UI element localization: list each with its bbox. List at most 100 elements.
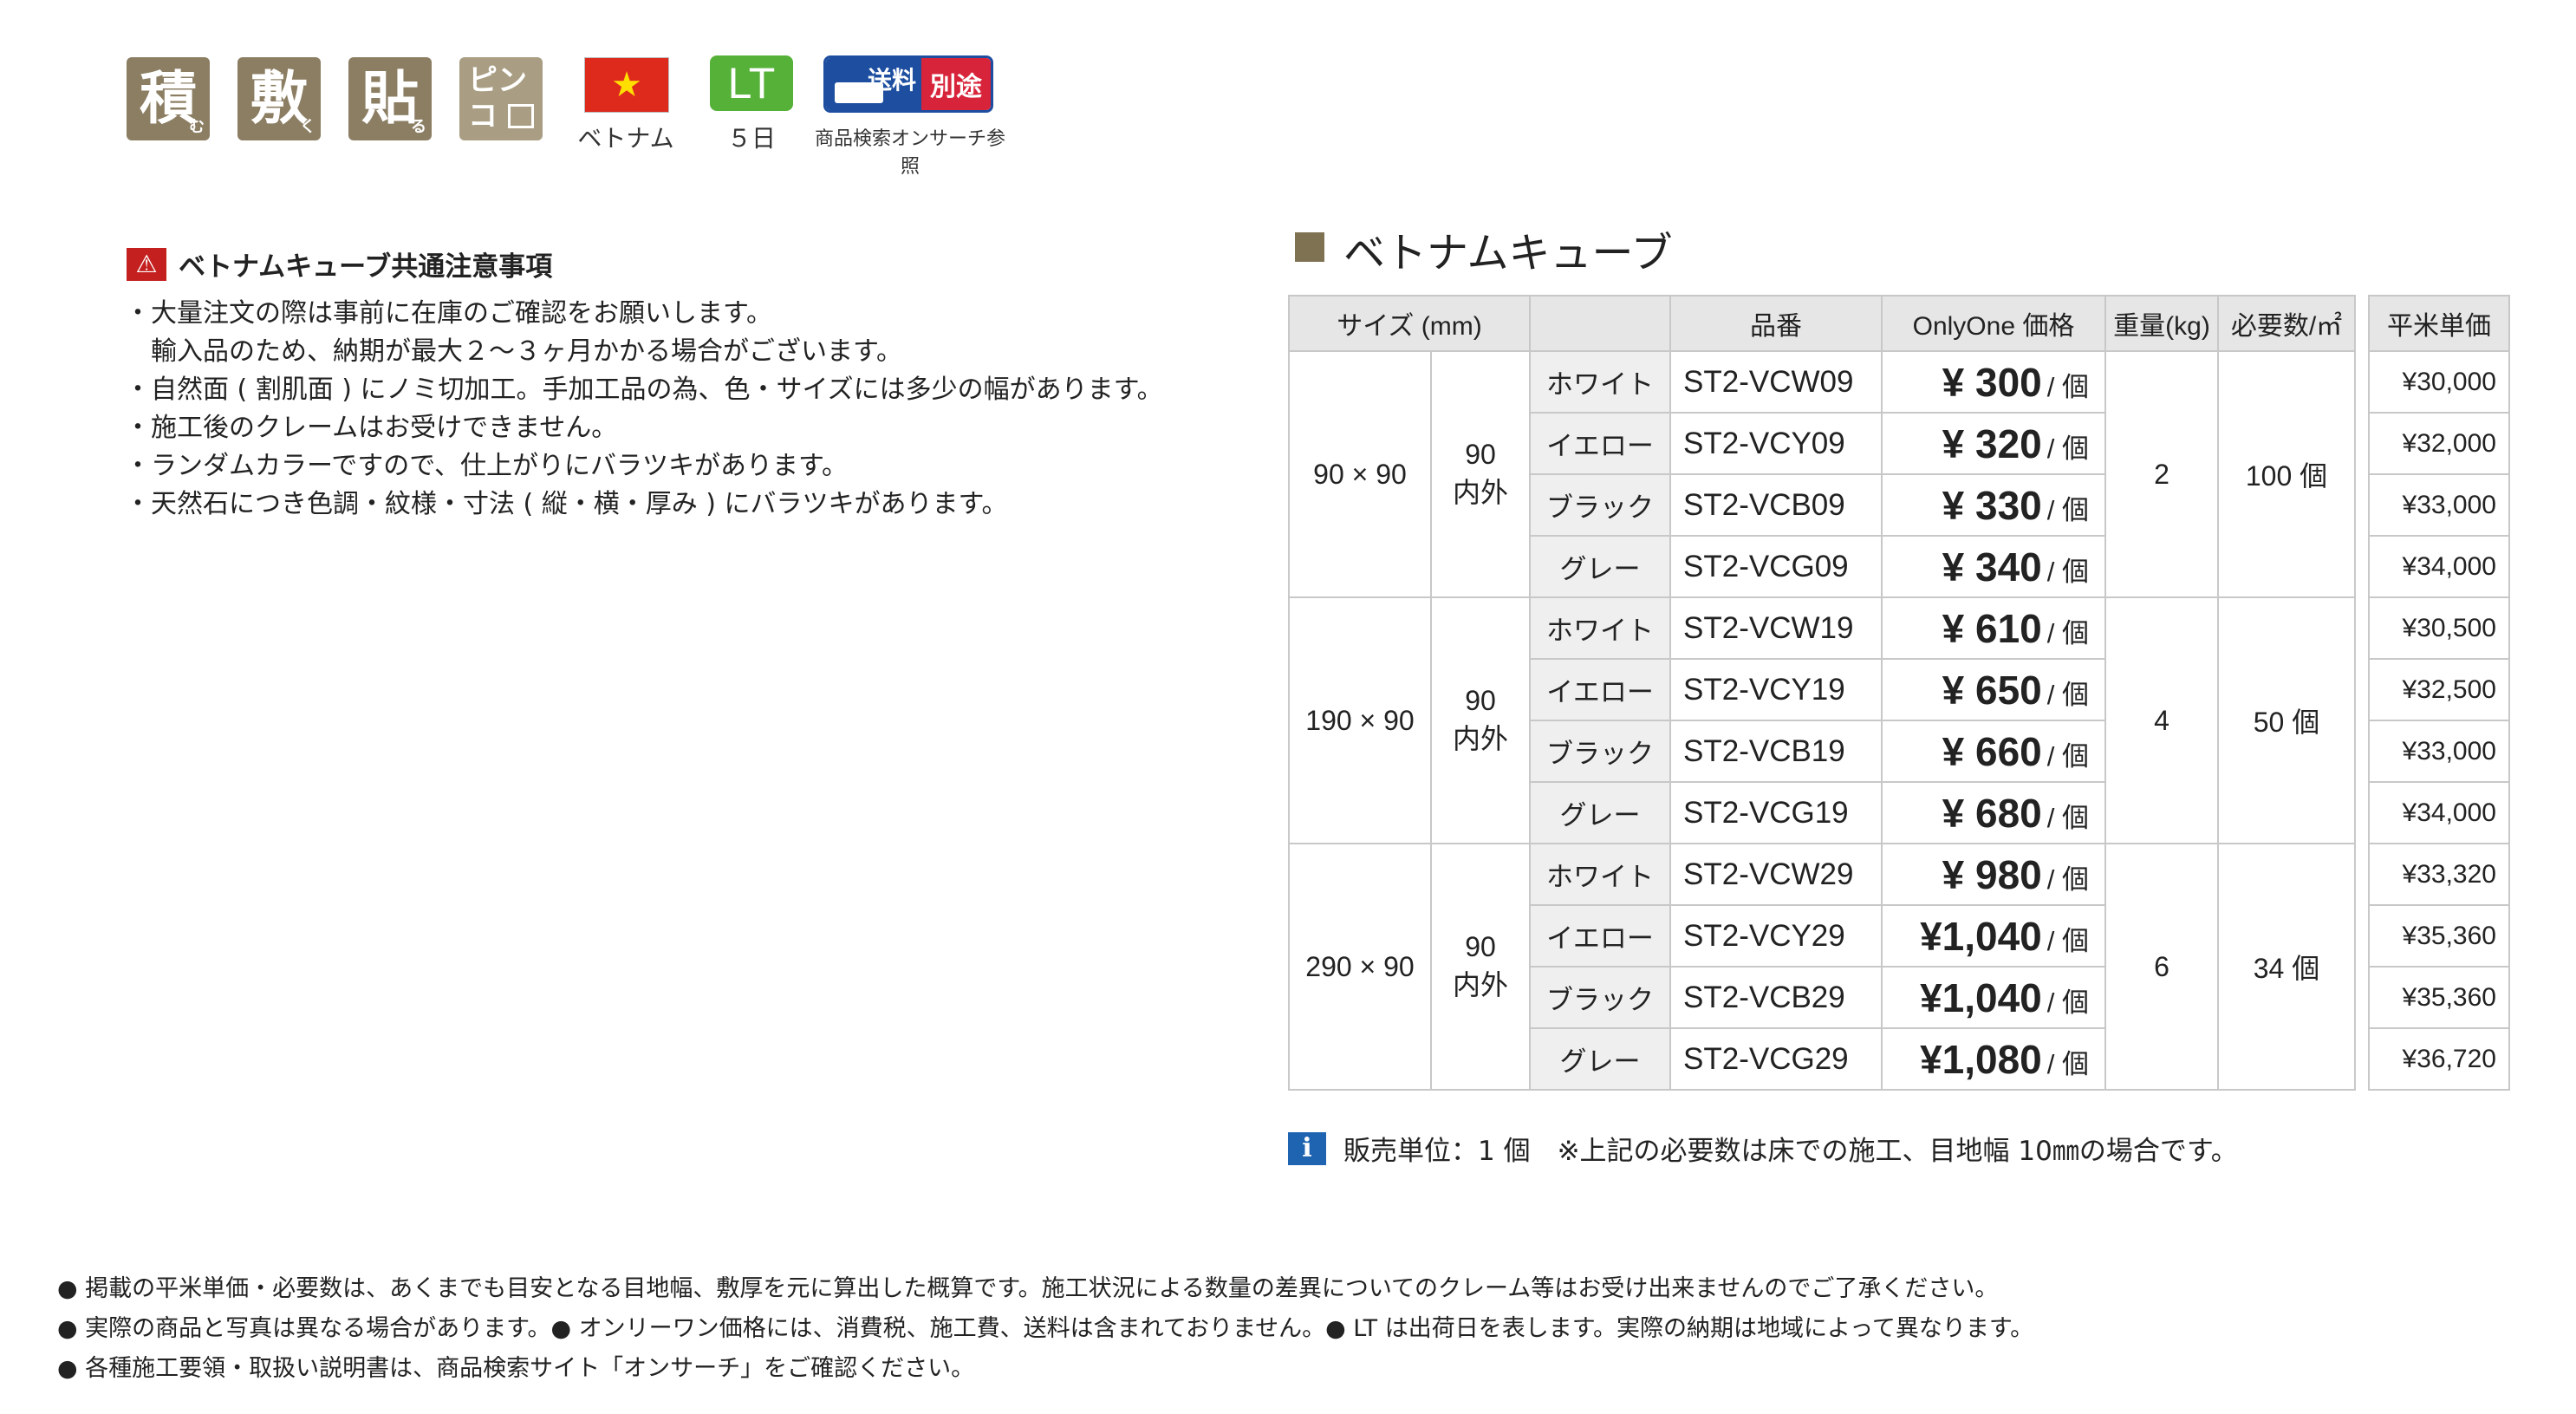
column-gap <box>2354 474 2370 536</box>
footer-note: ● 実際の商品と写真は異なる場合があります。● オンリーワン価格には、消費税、施… <box>57 1315 2034 1342</box>
color-cell: ホワイト <box>1529 843 1671 906</box>
thickness-note: 内外 <box>1452 722 1508 754</box>
price-unit: / 個 <box>2046 863 2089 895</box>
unit-price-cell: ¥30,500 <box>2368 596 2510 660</box>
color-cell: イエロー <box>1529 904 1671 968</box>
notice-title: ⚠ ベトナムキューブ共通注意事項 <box>127 244 552 283</box>
price-cell: ¥ 650/ 個 <box>1881 658 2106 721</box>
cube-icon <box>508 104 534 128</box>
column-gap <box>2354 659 2370 720</box>
price-value: ¥ 330 <box>1942 482 2042 528</box>
product-code-cell: ST2-VCW09 <box>1669 350 1883 414</box>
product-code-cell: ST2-VCY09 <box>1669 412 1883 475</box>
shipping-truck-icon: 送料 <box>826 58 921 110</box>
product-code-cell: ST2-VCB29 <box>1669 966 1883 1029</box>
notice-line: ・施工後のクレームはお受けできません。 <box>125 413 618 443</box>
thickness-note: 内外 <box>1452 968 1508 1000</box>
pin-corner-badge-icon: ピン コ <box>459 57 543 140</box>
size-cell: 190 × 90 <box>1288 596 1432 844</box>
shipping-caption: 商品検索オンサーチ参照 <box>814 128 1005 178</box>
column-gap <box>2354 413 2370 474</box>
required-cell: 50 個 <box>2217 596 2356 844</box>
unit-price-cell: ¥33,000 <box>2368 720 2510 783</box>
product-code-cell: ST2-VCB09 <box>1669 473 1883 537</box>
thickness-cell: 90 内外 <box>1430 350 1531 598</box>
price-cell: ¥1,040/ 個 <box>1881 904 2106 968</box>
notice-title-text: ベトナムキューブ共通注意事項 <box>179 251 553 283</box>
unit-price-cell: ¥33,320 <box>2368 843 2510 906</box>
table-row: 190 × 90 90 内外 ホワイト ST2-VCW19 ¥ 610/ 個 4 50 個 ¥3… <box>1288 596 2510 844</box>
footer-note: ● 各種施工要領・取扱い説明書は、商品検索サイト「オンサーチ」をご確認ください。 <box>57 1355 975 1382</box>
column-gap <box>2354 1028 2370 1090</box>
header-size: サイズ (mm) <box>1288 295 1531 352</box>
paste-badge-icon: 貼 る <box>348 57 432 140</box>
shipping-badge: 送料 別途 <box>823 55 993 113</box>
price-unit: / 個 <box>2046 987 2089 1018</box>
price-value: ¥ 300 <box>1942 359 2042 405</box>
thickness-note: 内外 <box>1452 476 1508 508</box>
footer-note: ● 掲載の平米単価・必要数は、あくまでも目安となる目地幅、敷厚を元に算出した概算… <box>57 1275 1999 1302</box>
column-gap <box>2354 967 2370 1028</box>
price-value: ¥1,040 <box>1920 974 2042 1020</box>
unit-price-cell: ¥34,000 <box>2368 535 2510 598</box>
column-gap <box>2354 905 2370 967</box>
product-code-cell: ST2-VCG29 <box>1669 1027 1883 1091</box>
price-unit: / 個 <box>2046 1048 2089 1079</box>
price-unit: / 個 <box>2046 494 2089 525</box>
stack-badge-icon: 積 む <box>127 57 210 140</box>
price-value: ¥ 660 <box>1942 728 2042 774</box>
sales-unit-text: 販売単位：1 個 ※上記の必要数は床での施工、目地幅 10㎜の場合です。 <box>1343 1136 2238 1167</box>
warning-icon: ⚠ <box>127 247 166 281</box>
thickness-cell: 90 内外 <box>1430 843 1531 1091</box>
notice-line: ・ランダムカラーですので、仕上がりにバラツキがあります。 <box>125 451 848 481</box>
price-cell: ¥ 320/ 個 <box>1881 412 2106 475</box>
price-unit: / 個 <box>2046 556 2089 587</box>
thickness-value: 90 <box>1465 930 1496 962</box>
required-cell: 100 個 <box>2217 350 2356 598</box>
color-cell: イエロー <box>1529 412 1671 475</box>
unit-price-cell: ¥32,500 <box>2368 658 2510 721</box>
product-code-cell: ST2-VCG19 <box>1669 781 1883 844</box>
header-unit-price: 平米単価 <box>2368 295 2510 352</box>
table-header-row: サイズ (mm) 品番 OnlyOne 価格 重量(kg) 必要数/㎡ 平米単価 <box>1288 295 2510 352</box>
weight-cell: 2 <box>2104 350 2219 598</box>
unit-price-cell: ¥33,000 <box>2368 473 2510 537</box>
product-code-cell: ST2-VCB19 <box>1669 720 1883 783</box>
price-unit: / 個 <box>2046 371 2089 402</box>
price-unit: / 個 <box>2046 740 2089 772</box>
column-gap <box>2354 597 2370 659</box>
column-gap <box>2354 536 2370 597</box>
thickness-value: 90 <box>1465 684 1496 716</box>
lead-time-caption: ５日 <box>726 124 776 153</box>
sales-unit-note: i 販売単位：1 個 ※上記の必要数は床での施工、目地幅 10㎜の場合です。 <box>1288 1129 2238 1168</box>
price-value: ¥1,080 <box>1920 1036 2042 1082</box>
column-gap <box>2354 296 2370 351</box>
notice-line: ・大量注文の際は事前に在庫のご確認をお願いします。 <box>125 298 772 329</box>
price-value: ¥ 610 <box>1942 605 2042 651</box>
color-cell: グレー <box>1529 781 1671 844</box>
color-cell: グレー <box>1529 535 1671 598</box>
price-cell: ¥ 680/ 個 <box>1881 781 2106 844</box>
price-unit: / 個 <box>2046 802 2089 833</box>
price-value: ¥ 340 <box>1942 544 2042 590</box>
product-code-cell: ST2-VCY29 <box>1669 904 1883 968</box>
weight-cell: 4 <box>2104 596 2219 844</box>
weight-cell: 6 <box>2104 843 2219 1091</box>
price-cell: ¥ 340/ 個 <box>1881 535 2106 598</box>
section-title: ベトナムキューブ <box>1343 229 1673 277</box>
unit-price-cell: ¥30,000 <box>2368 350 2510 414</box>
price-cell: ¥ 300/ 個 <box>1881 350 2106 414</box>
header-weight: 重量(kg) <box>2104 295 2219 352</box>
color-cell: ホワイト <box>1529 350 1671 414</box>
header-price: OnlyOne 価格 <box>1881 295 2106 352</box>
column-gap <box>2354 782 2370 844</box>
unit-price-cell: ¥35,360 <box>2368 904 2510 968</box>
price-table: サイズ (mm) 品番 OnlyOne 価格 重量(kg) 必要数/㎡ 平米単価… <box>1288 295 2510 1091</box>
price-unit: / 個 <box>2046 617 2089 648</box>
unit-price-cell: ¥32,000 <box>2368 412 2510 475</box>
section-marker-icon <box>1295 232 1324 262</box>
thickness-cell: 90 内外 <box>1430 596 1531 844</box>
required-cell: 34 個 <box>2217 843 2356 1091</box>
price-value: ¥ 980 <box>1942 851 2042 897</box>
price-value: ¥ 320 <box>1942 420 2042 466</box>
